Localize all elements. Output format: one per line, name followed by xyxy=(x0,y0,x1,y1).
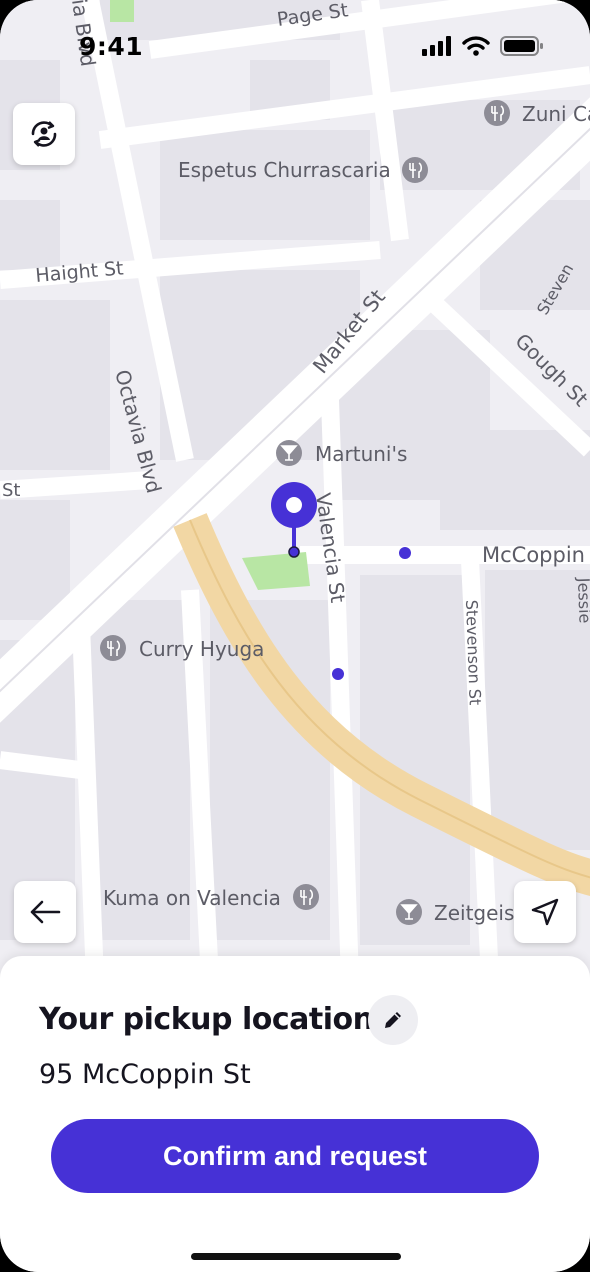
battery-icon xyxy=(500,36,543,56)
poi-label: Espetus Churrascaria xyxy=(178,158,391,182)
restaurant-icon[interactable] xyxy=(484,100,510,126)
pickup-title: Your pickup location xyxy=(39,1002,374,1037)
pencil-icon xyxy=(385,1012,401,1028)
edit-pickup-button[interactable] xyxy=(368,995,418,1045)
status-bar: 9:41 xyxy=(0,0,590,100)
pickup-sheet: Your pickup location 95 McCoppin St Conf… xyxy=(0,956,590,1272)
arrow-left-icon xyxy=(30,900,61,924)
switch-rider-icon xyxy=(31,121,57,147)
restaurant-icon[interactable] xyxy=(402,157,428,183)
poi-label: Zeitgeist xyxy=(434,901,522,925)
route-dot xyxy=(332,668,344,680)
bar-icon[interactable] xyxy=(276,440,302,466)
pickup-address: 95 McCoppin St xyxy=(39,1059,251,1090)
phone-screen: Page St Haight St Market St Octavia Blvd… xyxy=(0,0,590,1272)
poi-label: Curry Hyuga xyxy=(139,637,264,661)
poi-label: Kuma on Valencia xyxy=(103,886,281,910)
poi-label: Martuni's xyxy=(315,442,407,466)
bar-icon[interactable] xyxy=(396,899,422,925)
map-canvas[interactable]: Page St Haight St Market St Octavia Blvd… xyxy=(0,0,590,980)
poi-label: Zuni Ca xyxy=(522,102,590,126)
route-dot xyxy=(399,547,411,559)
wifi-icon xyxy=(462,36,490,56)
recenter-location-button[interactable] xyxy=(514,881,576,943)
home-indicator xyxy=(191,1253,401,1260)
navigation-arrow-icon xyxy=(531,898,559,926)
street-label: Jessie xyxy=(574,576,590,623)
back-button[interactable] xyxy=(14,881,76,943)
restaurant-icon[interactable] xyxy=(100,635,126,661)
street-label: Stevenson St xyxy=(462,599,485,705)
street-label: McCoppin xyxy=(482,543,585,567)
cellular-signal-icon xyxy=(422,36,451,56)
confirm-request-button[interactable]: Confirm and request xyxy=(51,1119,539,1193)
map-view[interactable]: Page St Haight St Market St Octavia Blvd… xyxy=(0,0,590,980)
restaurant-icon[interactable] xyxy=(293,884,319,910)
street-label: St xyxy=(2,480,20,501)
switch-rider-button[interactable] xyxy=(13,103,75,165)
status-time: 9:41 xyxy=(79,32,144,61)
status-icons xyxy=(422,36,544,56)
